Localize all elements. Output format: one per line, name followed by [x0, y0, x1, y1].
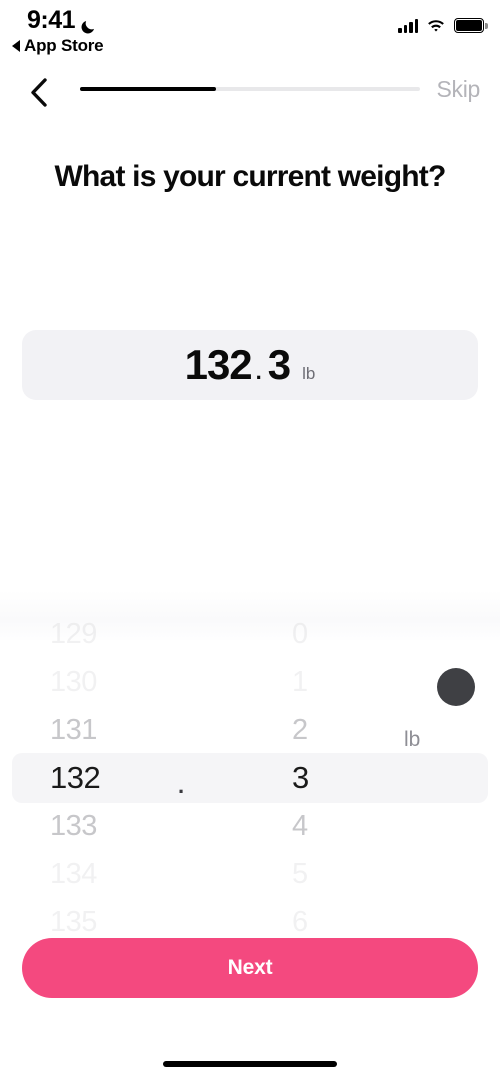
onboarding-progress-bar: [80, 87, 420, 91]
status-bar-time: 9:41: [27, 6, 76, 34]
next-button-label: Next: [227, 956, 273, 979]
picker-column-decimal[interactable]: 0123456: [262, 618, 372, 938]
weight-integer-value: 132: [184, 341, 253, 388]
skip-button[interactable]: Skip: [428, 72, 488, 107]
picker-option-integer[interactable]: 134: [38, 850, 198, 898]
next-button[interactable]: Next: [22, 938, 478, 998]
chevron-left-icon: [30, 77, 47, 107]
picker-option-integer[interactable]: 129: [38, 610, 198, 658]
picker-option-integer-selected[interactable]: 132: [38, 754, 198, 802]
weight-decimal-value: 3: [267, 341, 291, 388]
nav-bar: Skip: [0, 68, 500, 118]
page-title: What is your current weight?: [54, 160, 447, 193]
weight-value-card[interactable]: 132 . 3 lb: [22, 330, 478, 400]
picker-option-decimal[interactable]: 4: [262, 802, 372, 850]
picker-option-decimal[interactable]: 5: [262, 850, 372, 898]
wifi-icon: [426, 18, 446, 33]
picker-column-integer[interactable]: 129 130 131 132 133 134 135: [38, 618, 198, 938]
picker-option-decimal-selected[interactable]: 3: [262, 754, 372, 802]
weight-value-group: 132 . 3 lb: [185, 341, 316, 389]
weight-unit-label: lb: [302, 364, 316, 383]
touch-point-indicator: [437, 668, 475, 706]
back-to-app-store-link[interactable]: App Store: [12, 36, 104, 56]
picker-option-integer[interactable]: 131: [38, 706, 198, 754]
progress-bar-fill: [80, 87, 216, 91]
home-indicator: [163, 1061, 337, 1067]
picker-option-decimal[interactable]: 1: [262, 658, 372, 706]
picker-option-decimal[interactable]: 2: [262, 706, 372, 754]
weight-picker[interactable]: 129 130 131 132 133 134 135 0123456: [0, 618, 500, 938]
status-bar-time-group: 9:41: [27, 6, 97, 35]
back-button[interactable]: [18, 72, 58, 112]
back-to-app-store-label: App Store: [24, 36, 104, 55]
triangle-left-icon: [12, 40, 20, 52]
status-bar-indicators: [398, 18, 488, 33]
phone-screen: 9:41 App Store Skip What is your current…: [0, 0, 500, 1080]
picker-columns: 129 130 131 132 133 134 135 0123456: [0, 618, 500, 938]
picker-unit-label: lb: [404, 728, 421, 751]
picker-option-integer[interactable]: 130: [38, 658, 198, 706]
cellular-signal-icon: [398, 18, 418, 33]
picker-decimal-separator: .: [178, 773, 185, 798]
picker-option-decimal[interactable]: 0: [262, 610, 372, 658]
status-bar: 9:41 App Store: [0, 0, 500, 62]
weight-decimal-separator: .: [255, 359, 262, 384]
picker-option-integer[interactable]: 133: [38, 802, 198, 850]
battery-full-icon: [454, 18, 488, 33]
moon-icon: [80, 13, 97, 34]
